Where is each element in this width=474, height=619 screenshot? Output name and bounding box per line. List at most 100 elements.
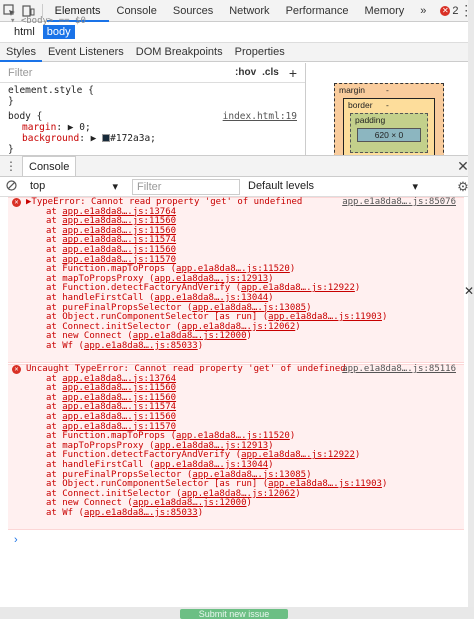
stack-frame-suffix: ): [197, 340, 204, 351]
stack-frame-link[interactable]: app.e1a8da8….js:11560: [62, 393, 176, 403]
box-model-content[interactable]: 620 × 0: [357, 128, 421, 142]
hov-toggle[interactable]: :hov: [235, 67, 256, 78]
tab-event-listeners[interactable]: Event Listeners: [42, 43, 130, 62]
expand-arrow[interactable]: ▶: [68, 122, 74, 133]
stack-frame-function: at: [46, 421, 63, 432]
stack-frame-function: at: [46, 225, 63, 236]
stack-frame-function: at: [46, 411, 63, 422]
stack-frame-link[interactable]: app.e1a8da8….js:11570: [62, 422, 176, 432]
stack-frame-link[interactable]: app.e1a8da8….js:11520: [176, 431, 290, 441]
console-prompt[interactable]: ›: [14, 534, 18, 546]
error-header[interactable]: ✕ Uncaught TypeError: Cannot read proper…: [8, 364, 464, 375]
stack-frame-link[interactable]: app.e1a8da8….js:12922: [241, 450, 355, 461]
color-swatch[interactable]: [102, 134, 111, 142]
drawer-header: ⋮ Console ✕: [0, 155, 474, 177]
error-source-link[interactable]: app.e1a8da8….js:85076: [342, 197, 456, 208]
stack-frame-link[interactable]: app.e1a8da8….js:13085: [192, 303, 306, 313]
clear-console-icon[interactable]: [0, 179, 22, 194]
stack-frame-link[interactable]: app.e1a8da8….js:12913: [154, 274, 268, 284]
context-selector[interactable]: top ▾: [22, 180, 122, 193]
stack-frame-link[interactable]: app.e1a8da8….js:13764: [62, 374, 176, 384]
stack-frame-function: at: [46, 392, 63, 403]
styles-filter-input[interactable]: Filter: [8, 67, 229, 79]
drawer-tab-console[interactable]: Console: [22, 156, 77, 176]
stack-frame-suffix: ): [246, 331, 252, 342]
stack-frame-suffix: ): [295, 321, 301, 332]
stack-frame-link[interactable]: app.e1a8da8….js:12000: [133, 498, 247, 509]
tab-console[interactable]: Console: [109, 0, 165, 22]
box-model-margin[interactable]: margin - border - padding 620 × 0: [334, 83, 444, 163]
stack-frame-link[interactable]: app.e1a8da8….js:11560: [62, 226, 176, 236]
stack-frame-link[interactable]: app.e1a8da8….js:13764: [62, 207, 176, 217]
stack-frame-link[interactable]: app.e1a8da8….js:11570: [62, 255, 176, 265]
side-close-icon[interactable]: ✕: [464, 284, 474, 298]
margin-value: -: [386, 85, 389, 95]
console-error-message: ✕ Uncaught TypeError: Cannot read proper…: [8, 364, 464, 530]
error-icon: ✕: [12, 198, 21, 207]
tab-network[interactable]: Network: [221, 0, 277, 22]
stack-frame-function: at: [46, 235, 63, 246]
stack-frame-link[interactable]: app.e1a8da8….js:12922: [241, 283, 355, 294]
stack-frame-link[interactable]: app.e1a8da8….js:12062: [181, 322, 295, 332]
crumb-html[interactable]: html: [10, 25, 39, 39]
stack-frame-link[interactable]: app.e1a8da8….js:12000: [133, 331, 247, 342]
page-edge: [468, 0, 474, 607]
context-value: top: [30, 180, 46, 192]
stack-frame-link[interactable]: app.e1a8da8….js:85033: [84, 341, 198, 351]
stack-frame-link[interactable]: app.e1a8da8….js:11574: [62, 235, 176, 246]
tab-memory[interactable]: Memory: [357, 0, 413, 22]
stack-frame-link[interactable]: app.e1a8da8….js:13044: [154, 460, 268, 470]
tab-performance[interactable]: Performance: [278, 0, 357, 22]
margin-prop-value[interactable]: 0;: [79, 122, 90, 133]
element-style-selector: element.style {: [8, 85, 94, 96]
margin-prop-name[interactable]: margin: [22, 122, 56, 133]
stack-frame-link[interactable]: app.e1a8da8….js:11520: [176, 264, 290, 274]
log-levels-value: Default levels: [248, 180, 315, 192]
stack-frame-link[interactable]: app.e1a8da8….js:11560: [62, 412, 176, 422]
stack-frame-link[interactable]: app.e1a8da8….js:11560: [62, 383, 176, 393]
stack-frame-link[interactable]: app.e1a8da8….js:11560: [62, 216, 176, 226]
stack-frame-function: at Wf (: [46, 507, 84, 518]
stack-frame-link[interactable]: app.e1a8da8….js:11903: [268, 312, 382, 322]
crumb-body[interactable]: body: [42, 25, 75, 39]
tab-properties[interactable]: Properties: [229, 43, 291, 62]
box-model-border[interactable]: border - padding 620 × 0: [343, 98, 435, 158]
stack-frame-function: at Connect.initSelector (: [46, 321, 182, 332]
stack-frame-link[interactable]: app.e1a8da8….js:85033: [84, 508, 198, 518]
error-count-badge[interactable]: ✕ 2: [440, 5, 459, 17]
error-header[interactable]: ✕ ▶TypeError: Cannot read property 'get'…: [8, 197, 464, 208]
console-filter-input[interactable]: Filter: [132, 178, 240, 195]
tab-sources[interactable]: Sources: [165, 0, 221, 22]
stack-frame-link[interactable]: app.e1a8da8….js:12913: [154, 441, 268, 451]
stack-frame: at Wf (app.e1a8da8….js:85033): [8, 340, 464, 352]
stack-frame-function: at Object.runComponentSelector [as run] …: [46, 312, 269, 323]
stack-frame-link[interactable]: app.e1a8da8….js:11574: [62, 402, 176, 413]
breadcrumb: html body: [0, 23, 474, 41]
expand-arrow[interactable]: ▶: [91, 133, 97, 144]
styles-filter-row: Filter :hov .cls +: [0, 63, 305, 83]
error-icon: ✕: [12, 365, 21, 374]
new-rule-button[interactable]: +: [289, 65, 297, 81]
stack-frame-link[interactable]: app.e1a8da8….js:13044: [154, 293, 268, 303]
rule-source-link[interactable]: index.html:19: [223, 111, 297, 122]
border-value: -: [386, 100, 389, 110]
box-model-padding[interactable]: padding 620 × 0: [350, 113, 428, 153]
stack-frame-link[interactable]: app.e1a8da8….js:11560: [62, 245, 176, 255]
stack-trace: at app.e1a8da8….js:13764 at app.e1a8da8….…: [8, 207, 464, 352]
error-source-link[interactable]: app.e1a8da8….js:85116: [342, 364, 456, 375]
drawer-menu-icon[interactable]: ⋮: [0, 159, 22, 173]
stack-frame-suffix: ): [268, 273, 274, 284]
background-prop-name[interactable]: background: [22, 133, 79, 144]
log-levels-dropdown[interactable]: Default levels ▾: [248, 180, 426, 193]
stack-frame-link[interactable]: app.e1a8da8….js:13085: [192, 470, 306, 480]
tab-dom-breakpoints[interactable]: DOM Breakpoints: [130, 43, 229, 62]
tab-styles[interactable]: Styles: [0, 43, 42, 62]
submit-issue-button[interactable]: Submit new issue: [180, 609, 288, 619]
stack-frame-link[interactable]: app.e1a8da8….js:12062: [181, 489, 295, 499]
stack-frame-link[interactable]: app.e1a8da8….js:11903: [268, 479, 382, 489]
background-prop-value[interactable]: #172a3a;: [110, 133, 156, 144]
cls-toggle[interactable]: .cls: [262, 67, 279, 78]
element-style-rule: element.style { }: [0, 83, 305, 109]
more-tabs-button[interactable]: »: [412, 0, 434, 22]
dropdown-arrow-icon: ▾: [112, 181, 118, 193]
